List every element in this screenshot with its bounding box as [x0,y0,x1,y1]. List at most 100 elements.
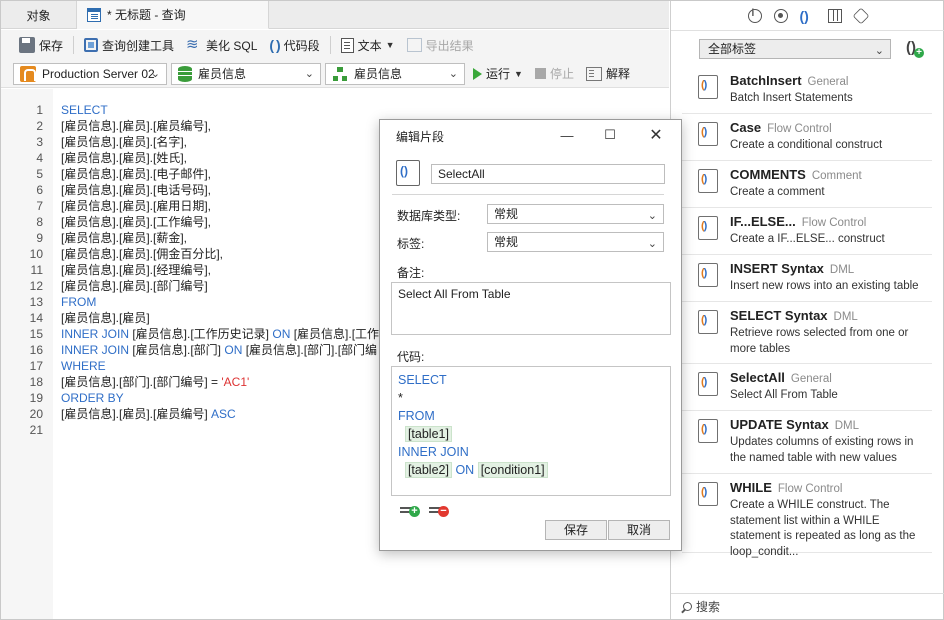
snippet-category: Flow Control [777,483,843,495]
panel-tabs: () [671,1,944,31]
query-builder-icon [84,38,99,52]
snippet-category: General [790,373,832,385]
code-text: [雇员信息].[雇员].[薪金], [61,230,187,246]
snippet-title: BatchInsert [730,73,802,88]
db-type-select[interactable]: 常规 ⌄ [487,204,664,224]
tag-value: 常规 [494,235,519,249]
chevron-down-icon: ⌄ [874,45,884,57]
stop-button[interactable]: 停止 [531,63,578,85]
line-number: 12 [29,279,43,293]
export-label: 导出结果 [425,38,474,53]
tag-select[interactable]: 常规 ⌄ [487,232,664,252]
sql-token: [雇员信息].[雇员].[姓氏], [61,151,188,165]
remove-placeholder-button[interactable] [429,505,449,519]
notes-textarea[interactable]: Select All From Table [391,282,671,335]
code-text: WHERE [61,358,106,374]
columns-icon[interactable] [827,8,842,23]
schema-select[interactable]: 雇员信息 ⌄ [325,62,465,85]
beautify-sql-button[interactable]: 美化 SQL [182,34,261,56]
code-text: [雇员信息].[雇员].[雇员编号] ASC [61,406,236,422]
sql-keyword: ON [224,343,243,357]
code-text: [雇员信息].[雇员].[工作编号], [61,214,211,230]
snippet-name-field[interactable]: SelectAll [431,164,665,184]
snippet-name: BatchInsert General [730,73,848,88]
database-icon [178,65,192,82]
model-icon[interactable] [852,7,869,24]
snippet-icon: () [698,419,718,443]
search-icon [683,602,692,611]
placeholder-token[interactable]: [table1] [404,426,452,442]
code-text: [雇员信息].[雇员].[姓氏], [61,150,187,166]
tab-objects[interactable]: 对象 [1,1,77,29]
code-text: INNER JOIN [雇员信息].[部门] ON [雇员信息].[部门].[部… [61,342,377,358]
snippet-list-item[interactable]: () COMMENTS Comment Create a comment [682,161,932,208]
query-builder-button[interactable]: 查询创建工具 [80,34,178,56]
snippet-list-item[interactable]: () IF...ELSE... Flow Control Create a IF...… [682,208,932,255]
code-snippet-icon[interactable]: () [800,9,816,23]
minimize-icon[interactable]: — [554,123,580,147]
save-button[interactable]: 保存 [545,520,607,540]
code-text: ORDER BY [61,390,124,406]
query-builder-label: 查询创建工具 [102,38,175,53]
snippet-code-editor[interactable]: SELECT * FROM [table1] INNER JOIN [table2] … [391,366,671,496]
chevron-down-icon: ⌄ [647,238,657,250]
cancel-button[interactable]: 取消 [608,520,670,540]
line-number: 21 [29,423,43,437]
placeholder-token[interactable]: [condition1] [477,462,548,478]
snippet-title: WHILE [730,480,772,495]
snippet-title: SELECT Syntax [730,308,828,323]
snippet-list-item[interactable]: () INSERT Syntax DML Insert new rows into a… [682,255,932,302]
close-icon[interactable]: ✕ [643,123,669,147]
snippet-list-item[interactable]: () Case Flow Control Create a conditional c… [682,114,932,161]
sql-token: [雇员信息].[雇员].[部门编号] [61,279,208,293]
snippet-list-item[interactable]: () SELECT Syntax DML Retrieve rows selected… [682,302,932,364]
explain-button[interactable]: 解释 [582,63,634,85]
play-icon [473,67,482,80]
text-document-icon [340,37,354,53]
add-placeholder-button[interactable] [400,505,420,519]
sql-token: [雇员信息].[雇员].[薪金], [61,231,188,245]
export-results-button[interactable]: 导出结果 [403,34,478,56]
sql-token: [雇员信息].[部门].[部门编 [242,343,378,357]
snippet-list-item[interactable]: () WHILE Flow Control Create a WHILE constr… [682,474,932,558]
tab-query[interactable]: * 无标题 - 查询 [77,1,269,29]
line-number: 2 [36,119,43,133]
code-text: SELECT [61,102,108,118]
sql-keyword: INNER JOIN [61,343,130,357]
tag-filter-select[interactable]: 全部标签 ⌄ [699,39,891,59]
snippet-title: INSERT Syntax [730,261,824,276]
snippet-description: Updates columns of existing rows in the … [730,436,914,464]
snippet-list-item[interactable]: () SelectAll General Select All From Table [682,364,932,411]
edit-snippet-dialog: 编辑片段 — ☐ ✕ () SelectAll 数据库类型: 常规 ⌄ 标签: 常… [379,119,682,551]
info-icon[interactable] [747,8,762,23]
snippet-search[interactable]: 搜索 [671,593,944,619]
text-mode-label: 文本 [357,38,382,53]
snippet-name: SelectAll General [730,370,832,385]
snippet-list-item[interactable]: () UPDATE Syntax DML Updates columns of exi… [682,411,932,474]
line-number: 20 [29,407,43,421]
placeholder-token[interactable]: [table2] [404,462,452,478]
code-line: 1 SELECT [1,102,669,118]
snippet-list-item[interactable]: () BatchInsert General Batch Insert Stateme… [682,67,932,114]
tag-filter-value: 全部标签 [708,42,757,56]
line-number: 11 [30,263,43,277]
stop-icon [534,68,546,79]
maximize-icon[interactable]: ☐ [597,123,623,147]
server-value: Production Server 02 [42,66,155,81]
tab-query-label: * 无标题 - 查询 [107,8,186,22]
text-mode-dropdown[interactable]: 文本 ▼ [337,34,399,56]
database-value: 雇员信息 [198,67,247,81]
code-snippet-button[interactable]: ( ) 代码段 [265,34,323,56]
run-button[interactable]: 运行 ▼ [469,63,527,85]
chevron-down-icon: ▼ [385,40,395,50]
server-select[interactable]: Production Server 02 ⌄ [13,62,167,85]
snippet-category: Flow Control [801,217,867,229]
add-snippet-button[interactable]: () [906,39,924,58]
save-button[interactable]: 保存 [15,34,67,56]
preview-icon[interactable] [773,8,788,23]
database-select[interactable]: 雇员信息 ⌄ [171,62,321,85]
sql-keyword: ON [455,463,475,477]
toolbar-divider [73,36,75,54]
snippet-icon: () [698,122,718,146]
code-text: [雇员信息].[雇员].[部门编号] [61,278,208,294]
